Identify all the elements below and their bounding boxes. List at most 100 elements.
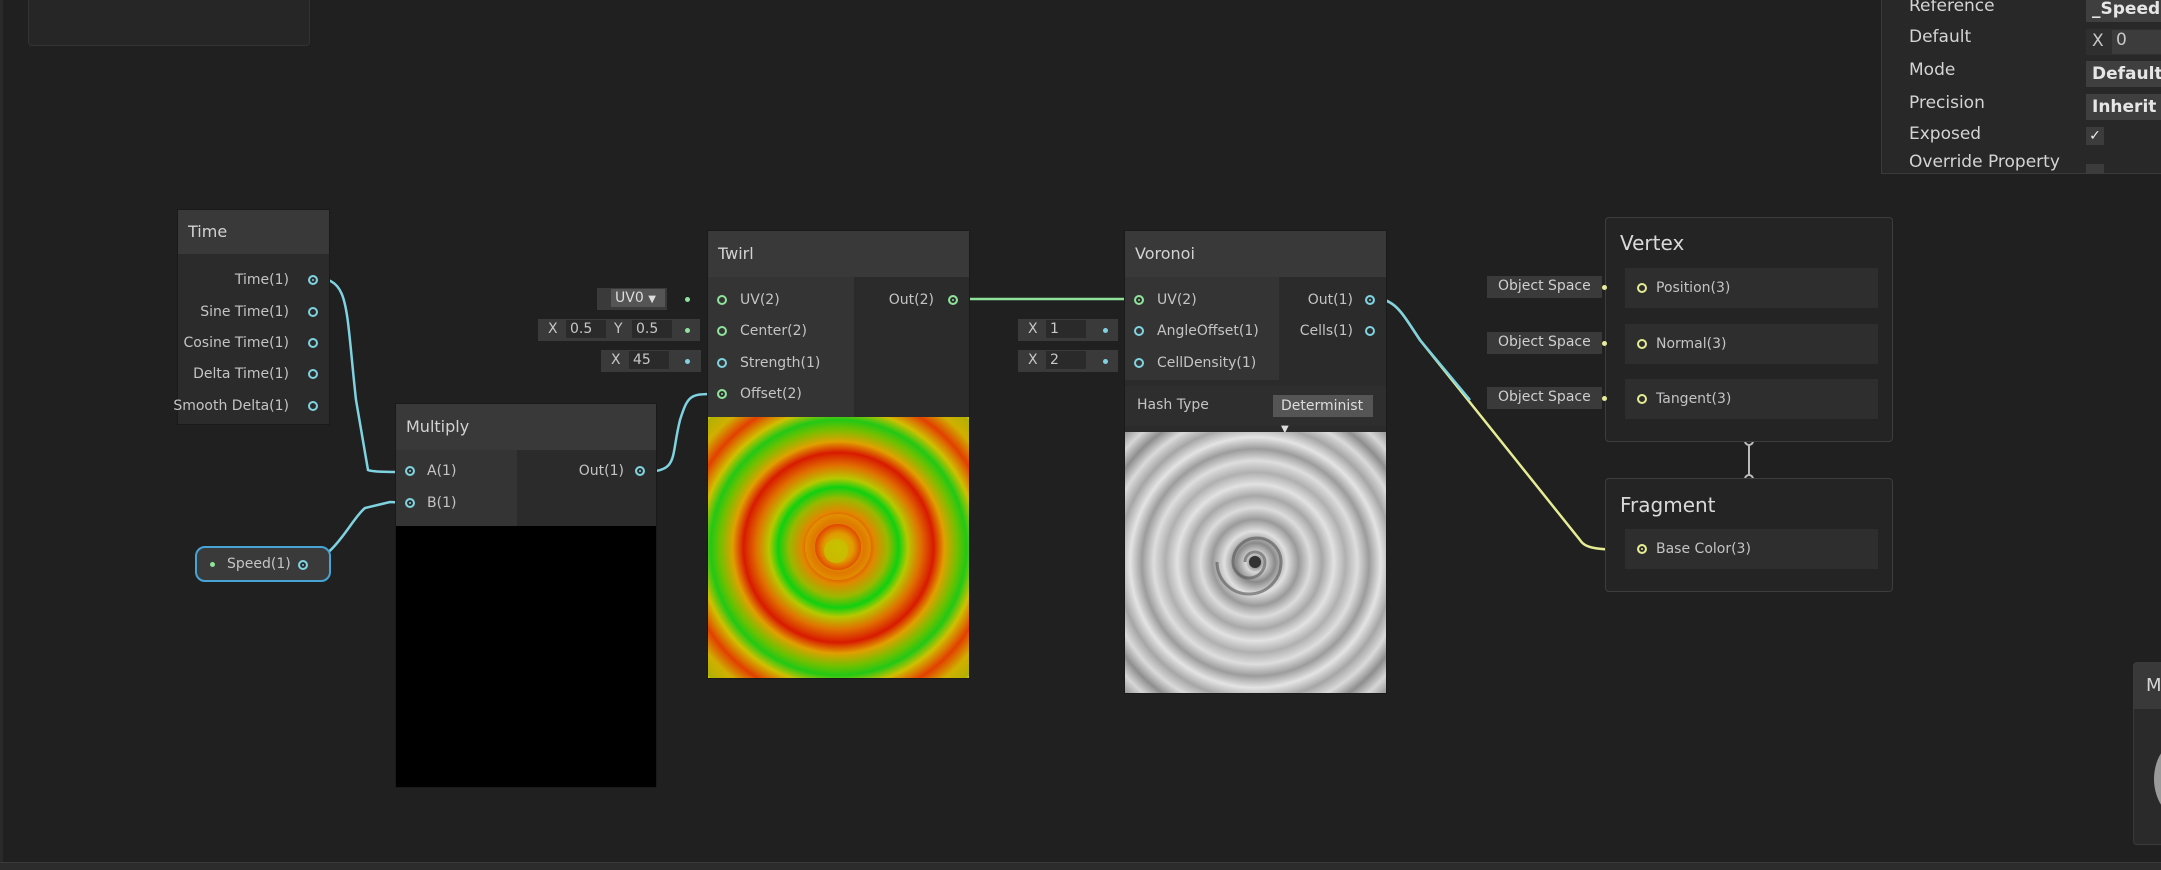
twirl-strength-input[interactable]: 45 <box>629 351 669 369</box>
voronoi-node-title: Voronoi <box>1125 231 1386 277</box>
twirl-preview <box>708 417 969 678</box>
voronoi-out-port[interactable] <box>1365 295 1375 305</box>
voronoi-out-label: Out(1) <box>1307 292 1353 308</box>
vertex-context[interactable]: Vertex Position(3) Normal(3) Tangent(3) <box>1605 217 1893 442</box>
main-preview-window[interactable]: M <box>2133 662 2161 845</box>
exposed-checkbox[interactable]: ✓ <box>2086 127 2104 145</box>
precision-dropdown[interactable]: Inherit <box>2086 94 2161 120</box>
override-property-checkbox[interactable] <box>2086 164 2104 174</box>
mode-dropdown[interactable]: Default <box>2086 61 2161 87</box>
time-output-label: Time(1) <box>234 272 289 288</box>
tangent-space-connector-dot <box>1602 396 1607 401</box>
voronoi-angle-x-label: X <box>1028 321 1038 337</box>
twirl-center-input-port[interactable] <box>717 326 727 336</box>
twirl-center-field[interactable]: X 0.5 Y 0.5 <box>538 319 700 341</box>
normal-space-connector-dot <box>1602 341 1607 346</box>
smooth-delta-output-port[interactable] <box>308 401 318 411</box>
multiply-preview <box>396 526 656 787</box>
voronoi-preview-image <box>1125 432 1386 693</box>
voronoi-cells-label: Cells(1) <box>1299 323 1353 339</box>
default-x-label: X <box>2092 31 2104 51</box>
hash-type-label: Hash Type <box>1137 397 1209 413</box>
reference-label: Reference <box>1909 0 1995 16</box>
default-field[interactable]: X 0 <box>2086 29 2161 55</box>
hash-type-value: Determinist <box>1281 398 1364 414</box>
override-property-label: Override Property <box>1909 152 2060 172</box>
fragment-context[interactable]: Fragment Base Color(3) <box>1605 478 1893 592</box>
twirl-center-input-label: Center(2) <box>740 323 807 339</box>
voronoi-density-connector-dot <box>1103 359 1108 364</box>
main-preview-sphere <box>2154 739 2161 819</box>
multiply-output-port[interactable] <box>635 466 645 476</box>
voronoi-density-x-label: X <box>1028 352 1038 368</box>
position-space-field[interactable]: Object Space <box>1487 276 1602 298</box>
vertex-position-slot[interactable]: Position(3) <box>1625 268 1878 308</box>
multiply-node-title: Multiply <box>396 404 656 450</box>
vertex-normal-slot[interactable]: Normal(3) <box>1625 324 1878 364</box>
twirl-node-title: Twirl <box>708 231 969 277</box>
multiply-input-b-label: B(1) <box>427 495 457 511</box>
time-node[interactable]: Time Time(1) Sine Time(1) Cosine Time(1)… <box>173 209 330 425</box>
twirl-output-port[interactable] <box>948 295 958 305</box>
twirl-center-y-label: Y <box>614 321 623 337</box>
mode-label: Mode <box>1909 60 1956 80</box>
fragment-base-color-label: Base Color(3) <box>1656 541 1751 557</box>
multiply-output-label: Out(1) <box>578 463 624 479</box>
twirl-center-x-label: X <box>548 321 558 337</box>
twirl-strength-x-label: X <box>611 352 621 368</box>
time-node-title: Time <box>178 210 329 254</box>
vertex-normal-port[interactable] <box>1637 339 1647 349</box>
fragment-base-color-slot[interactable]: Base Color(3) <box>1625 529 1878 569</box>
voronoi-angle-input-port[interactable] <box>1134 326 1144 336</box>
twirl-uv-connector-dot <box>685 297 690 302</box>
sine-time-output-label: Sine Time(1) <box>200 304 289 320</box>
normal-space-field[interactable]: Object Space <box>1487 332 1602 354</box>
hash-type-dropdown[interactable]: Determinist ▼ <box>1273 395 1373 435</box>
voronoi-node[interactable]: Voronoi UV(2) AngleOffset(1) CellDensity… <box>1124 230 1387 694</box>
voronoi-uv-input-port[interactable] <box>1134 295 1144 305</box>
multiply-node[interactable]: Multiply A(1) B(1) Out(1) <box>395 403 657 788</box>
twirl-offset-input-port[interactable] <box>717 389 727 399</box>
speed-property-indicator <box>210 562 215 567</box>
graph-inspector: Reference _Speed Default X 0 Mode Defaul… <box>1881 0 2161 174</box>
cosine-time-output-port[interactable] <box>308 338 318 348</box>
twirl-center-y-input[interactable]: 0.5 <box>632 320 672 338</box>
vertex-position-label: Position(3) <box>1656 280 1731 296</box>
exposed-label: Exposed <box>1909 124 1982 144</box>
position-space-connector-dot <box>1602 285 1607 290</box>
twirl-strength-connector-dot <box>685 359 690 364</box>
voronoi-cells-port[interactable] <box>1365 326 1375 336</box>
main-preview-header: M <box>2134 663 2161 709</box>
default-label: Default <box>1909 27 1972 47</box>
speed-output-port[interactable] <box>298 560 308 570</box>
voronoi-angle-connector-dot <box>1103 328 1108 333</box>
multiply-input-b-port[interactable] <box>405 498 415 508</box>
twirl-uv-input-port[interactable] <box>717 295 727 305</box>
voronoi-density-input-port[interactable] <box>1134 358 1144 368</box>
vertex-tangent-slot[interactable]: Tangent(3) <box>1625 379 1878 419</box>
speed-property-node[interactable]: Speed(1) <box>195 546 331 582</box>
twirl-uv-input-label: UV(2) <box>740 292 780 308</box>
cosine-time-output-label: Cosine Time(1) <box>183 335 289 351</box>
twirl-center-x-input[interactable]: 0.5 <box>566 320 606 338</box>
twirl-uv-dropdown[interactable]: UV0 ▼ <box>597 288 667 310</box>
checkmark-icon: ✓ <box>2089 128 2101 144</box>
twirl-node[interactable]: Twirl UV(2) Center(2) Strength(1) Offset… <box>707 230 970 679</box>
delta-time-output-port[interactable] <box>308 369 318 379</box>
fragment-base-color-port[interactable] <box>1637 544 1647 554</box>
time-output-port[interactable] <box>308 275 318 285</box>
vertex-tangent-label: Tangent(3) <box>1656 391 1732 407</box>
vertex-tangent-port[interactable] <box>1637 394 1647 404</box>
vertex-position-port[interactable] <box>1637 283 1647 293</box>
voronoi-angle-input[interactable]: 1 <box>1046 320 1086 338</box>
smooth-delta-output-label: Smooth Delta(1) <box>173 398 289 414</box>
twirl-strength-input-port[interactable] <box>717 358 727 368</box>
sine-time-output-port[interactable] <box>308 307 318 317</box>
default-value-input[interactable]: 0 <box>2112 30 2161 54</box>
multiply-input-a-port[interactable] <box>405 466 415 476</box>
voronoi-density-input[interactable]: 2 <box>1046 351 1086 369</box>
reference-field[interactable]: _Speed <box>2086 0 2161 22</box>
voronoi-preview <box>1125 432 1386 693</box>
tangent-space-field[interactable]: Object Space <box>1487 387 1602 409</box>
precision-label: Precision <box>1909 93 1985 113</box>
